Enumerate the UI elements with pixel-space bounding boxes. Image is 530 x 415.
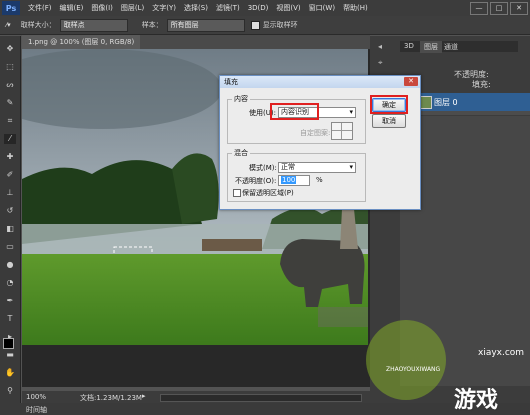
blend-group-label: 混合 [234,149,248,157]
mode-select[interactable]: 正常 ▾ [278,162,356,173]
panel-tabs: 3D 图层 通道 [400,41,518,53]
document-tab-bar: 1.png @ 100% (图层 0, RGB/8) [22,35,370,49]
pattern-swatch[interactable] [331,122,353,140]
watermark: xiayx.com ZHAOYOUXIWANG 游戏 [330,320,530,415]
layer-name[interactable]: 图层 0 [434,97,458,108]
tab-layers[interactable]: 图层 [420,41,442,53]
timeline-label[interactable]: 时间轴 [26,405,47,415]
eyedropper-icon[interactable]: ⁄▾ [6,21,11,29]
status-arrow-icon[interactable]: ▸ [142,392,146,400]
document-tab[interactable]: 1.png @ 100% (图层 0, RGB/8) [22,35,141,49]
minimize-icon[interactable]: — [470,1,488,15]
chevron-down-icon: ▾ [349,108,353,116]
maximize-icon[interactable]: □ [490,1,508,15]
content-group-label: 内容 [234,95,248,103]
chevron-down-icon: ▾ [349,163,353,171]
watermark-sub: ZHAOYOUXIWANG [386,366,441,373]
healing-tool-icon[interactable]: ✚ [4,152,16,162]
opacity-label: 不透明度(O): [235,177,277,185]
dialog-titlebar[interactable]: 填充 ✕ [220,76,420,88]
panel-tool-icon-1[interactable]: ⌖ [378,58,383,68]
menu-layer[interactable]: 图层(L) [121,3,144,13]
cancel-button[interactable]: 取消 [372,114,406,128]
brush-tool-icon[interactable]: ✐ [4,170,16,180]
preserve-transparency-checkbox[interactable] [233,189,241,197]
history-brush-icon[interactable]: ↺ [4,206,16,216]
photoshop-logo-icon: Ps [2,1,20,15]
menu-bar: Ps 文件(F) 编辑(E) 图像(I) 图层(L) 文字(Y) 选择(S) 滤… [0,0,530,16]
menu-3d[interactable]: 3D(D) [248,4,269,12]
eyedropper-tool-icon[interactable]: ⁄ [4,134,16,144]
menu-image[interactable]: 图像(I) [91,3,113,13]
move-tool-icon[interactable]: ✥ [4,44,16,54]
quick-select-tool-icon[interactable]: ✎ [4,98,16,108]
status-bar: 100% 文档:1.23M/1.23M ▸ [22,391,370,403]
dodge-tool-icon[interactable]: ◔ [4,278,16,288]
options-bar: ⁄▾ 取样大小： 取样点 样本： 所有图层 显示取样环 [0,16,530,35]
menu-view[interactable]: 视图(V) [276,3,300,13]
menu-type[interactable]: 文字(Y) [152,3,176,13]
foreground-color-swatch[interactable] [3,338,14,349]
preserve-transparency-label: 保留透明区域(P) [242,189,294,197]
mode-select-value: 正常 [281,163,295,171]
menu-help[interactable]: 帮助(H) [343,3,368,13]
watermark-ring [366,320,446,400]
stamp-tool-icon[interactable]: ⊥ [4,188,16,198]
document-info: 文档:1.23M/1.23M [80,394,142,402]
show-ring-label: 显示取样环 [262,21,298,29]
tab-channels[interactable]: 通道 [444,42,458,52]
marquee-tool-icon[interactable]: ⬚ [4,62,16,72]
tools-panel: ✥ ⬚ ᔕ ✎ ⌗ ⁄ ✚ ✐ ⊥ ↺ ◧ ▭ ● ◔ ✒ T ▸ ▬ ✋ ⚲ [0,36,21,406]
type-tool-icon[interactable]: T [4,314,16,324]
lasso-tool-icon[interactable]: ᔕ [4,80,16,90]
sample-size-label: 取样大小： [20,21,56,29]
close-window-icon[interactable]: ✕ [510,1,528,15]
watermark-site: xiayx.com [478,348,525,358]
dialog-title: 填充 [224,78,238,86]
pen-tool-icon[interactable]: ✒ [4,296,16,306]
menu-select[interactable]: 选择(S) [184,3,208,13]
menu-edit[interactable]: 编辑(E) [60,3,84,13]
pattern-swatch-grid-h [332,130,352,131]
mode-label: 模式(M): [249,164,277,172]
fill-dialog: 填充 ✕ 内容 使用(U): 内容识别 ▾ 自定图案: 混合 模式(M): 正常… [219,75,421,210]
fill-label: 填充: [472,80,491,89]
sample-select[interactable]: 所有图层 [166,18,245,32]
menu-window[interactable]: 窗口(W) [309,3,335,13]
watermark-brand: 游戏 [454,388,499,413]
ok-button-highlight [370,95,408,114]
panel-collapse-icon[interactable]: ◂ [378,42,382,51]
blur-tool-icon[interactable]: ● [4,260,16,270]
gradient-tool-icon[interactable]: ▭ [4,242,16,252]
opacity-value: 100 [281,176,297,184]
pattern-swatch-grid [341,123,342,139]
crop-tool-icon[interactable]: ⌗ [4,116,16,126]
shape-tool-icon[interactable]: ▬ [4,350,16,360]
sample-label: 样本： [141,21,163,29]
opacity-input[interactable]: 100 [278,175,310,186]
tab-3d[interactable]: 3D [404,42,414,50]
use-select-highlight [270,103,319,120]
menu-filter[interactable]: 滤镜(T) [216,3,240,13]
sample-size-select[interactable]: 取样点 [59,18,128,32]
opacity-unit: % [316,176,323,184]
menu-file[interactable]: 文件(F) [28,3,52,13]
hand-tool-icon[interactable]: ✋ [4,368,16,378]
custom-pattern-label: 自定图案: [300,129,331,137]
eraser-tool-icon[interactable]: ◧ [4,224,16,234]
show-ring-checkbox[interactable] [250,20,260,30]
zoom-tool-icon[interactable]: ⚲ [4,386,16,396]
dialog-close-icon[interactable]: ✕ [404,77,418,86]
zoom-level[interactable]: 100% [26,393,46,401]
